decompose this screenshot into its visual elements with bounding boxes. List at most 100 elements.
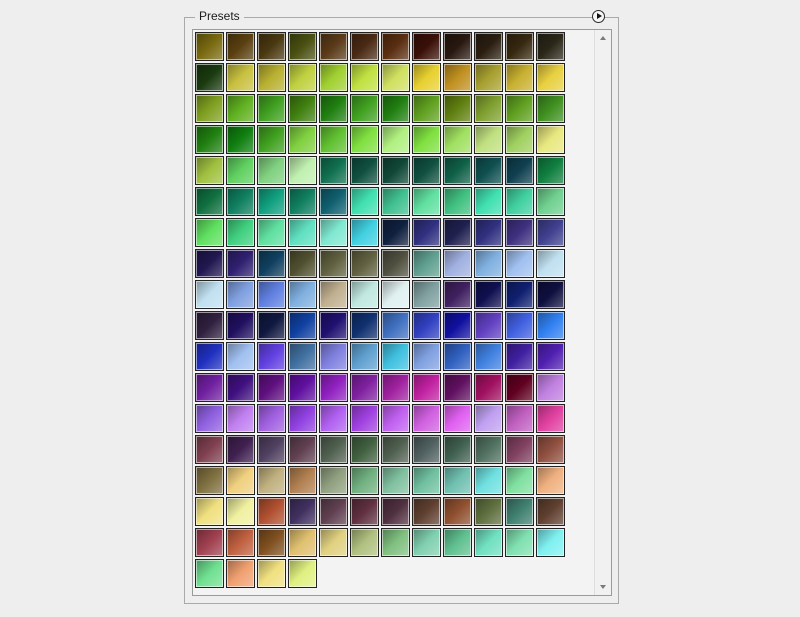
gradient-preset-swatch[interactable]	[257, 497, 286, 526]
gradient-preset-swatch[interactable]	[474, 156, 503, 185]
gradient-preset-swatch[interactable]	[288, 156, 317, 185]
panel-menu-button[interactable]	[592, 10, 605, 23]
gradient-preset-swatch[interactable]	[443, 32, 472, 61]
gradient-preset-swatch[interactable]	[319, 466, 348, 495]
gradient-preset-swatch[interactable]	[319, 218, 348, 247]
gradient-preset-swatch[interactable]	[505, 280, 534, 309]
gradient-preset-swatch[interactable]	[412, 280, 441, 309]
gradient-preset-swatch[interactable]	[226, 125, 255, 154]
gradient-preset-swatch[interactable]	[443, 528, 472, 557]
gradient-preset-swatch[interactable]	[226, 342, 255, 371]
gradient-preset-swatch[interactable]	[536, 342, 565, 371]
gradient-preset-swatch[interactable]	[257, 528, 286, 557]
gradient-preset-swatch[interactable]	[288, 497, 317, 526]
gradient-preset-swatch[interactable]	[443, 187, 472, 216]
gradient-preset-swatch[interactable]	[443, 342, 472, 371]
gradient-preset-swatch[interactable]	[536, 466, 565, 495]
gradient-preset-swatch[interactable]	[505, 373, 534, 402]
gradient-preset-swatch[interactable]	[319, 528, 348, 557]
gradient-preset-swatch[interactable]	[195, 249, 224, 278]
gradient-preset-swatch[interactable]	[195, 404, 224, 433]
gradient-preset-swatch[interactable]	[412, 342, 441, 371]
gradient-preset-swatch[interactable]	[505, 435, 534, 464]
gradient-preset-swatch[interactable]	[226, 435, 255, 464]
gradient-preset-swatch[interactable]	[505, 342, 534, 371]
gradient-preset-swatch[interactable]	[505, 528, 534, 557]
gradient-preset-swatch[interactable]	[195, 218, 224, 247]
gradient-preset-swatch[interactable]	[319, 435, 348, 464]
gradient-preset-swatch[interactable]	[412, 249, 441, 278]
vertical-scrollbar[interactable]	[594, 30, 611, 595]
gradient-preset-swatch[interactable]	[257, 32, 286, 61]
gradient-preset-swatch[interactable]	[381, 156, 410, 185]
gradient-preset-swatch[interactable]	[226, 187, 255, 216]
gradient-preset-swatch[interactable]	[474, 125, 503, 154]
gradient-preset-swatch[interactable]	[319, 63, 348, 92]
gradient-preset-swatch[interactable]	[257, 373, 286, 402]
gradient-preset-swatch[interactable]	[257, 559, 286, 588]
gradient-preset-swatch[interactable]	[288, 63, 317, 92]
gradient-preset-swatch[interactable]	[505, 497, 534, 526]
gradient-preset-swatch[interactable]	[226, 218, 255, 247]
gradient-preset-swatch[interactable]	[412, 125, 441, 154]
gradient-preset-swatch[interactable]	[443, 311, 472, 340]
gradient-preset-swatch[interactable]	[319, 497, 348, 526]
gradient-preset-swatch[interactable]	[350, 32, 379, 61]
gradient-preset-swatch[interactable]	[319, 125, 348, 154]
gradient-preset-swatch[interactable]	[536, 94, 565, 123]
gradient-preset-swatch[interactable]	[381, 435, 410, 464]
gradient-preset-swatch[interactable]	[195, 32, 224, 61]
gradient-preset-swatch[interactable]	[536, 435, 565, 464]
gradient-preset-swatch[interactable]	[474, 94, 503, 123]
gradient-preset-swatch[interactable]	[288, 311, 317, 340]
gradient-preset-swatch[interactable]	[195, 156, 224, 185]
gradient-preset-swatch[interactable]	[381, 497, 410, 526]
gradient-preset-swatch[interactable]	[536, 404, 565, 433]
gradient-preset-swatch[interactable]	[536, 187, 565, 216]
gradient-preset-swatch[interactable]	[412, 94, 441, 123]
gradient-preset-swatch[interactable]	[195, 187, 224, 216]
gradient-preset-swatch[interactable]	[350, 466, 379, 495]
gradient-preset-swatch[interactable]	[257, 342, 286, 371]
preset-list[interactable]	[192, 29, 612, 596]
gradient-preset-swatch[interactable]	[257, 156, 286, 185]
gradient-preset-swatch[interactable]	[536, 156, 565, 185]
gradient-preset-swatch[interactable]	[350, 435, 379, 464]
gradient-preset-swatch[interactable]	[412, 404, 441, 433]
gradient-preset-swatch[interactable]	[443, 466, 472, 495]
gradient-preset-swatch[interactable]	[443, 435, 472, 464]
scroll-up-button[interactable]	[595, 30, 611, 46]
gradient-preset-swatch[interactable]	[474, 404, 503, 433]
gradient-preset-swatch[interactable]	[350, 94, 379, 123]
gradient-preset-swatch[interactable]	[319, 187, 348, 216]
gradient-preset-swatch[interactable]	[226, 249, 255, 278]
gradient-preset-swatch[interactable]	[381, 311, 410, 340]
gradient-preset-swatch[interactable]	[350, 187, 379, 216]
gradient-preset-swatch[interactable]	[257, 280, 286, 309]
gradient-preset-swatch[interactable]	[412, 497, 441, 526]
gradient-preset-swatch[interactable]	[474, 63, 503, 92]
gradient-preset-swatch[interactable]	[505, 125, 534, 154]
gradient-preset-swatch[interactable]	[474, 249, 503, 278]
gradient-preset-swatch[interactable]	[443, 125, 472, 154]
gradient-preset-swatch[interactable]	[505, 63, 534, 92]
gradient-preset-swatch[interactable]	[195, 466, 224, 495]
gradient-preset-swatch[interactable]	[536, 528, 565, 557]
gradient-preset-swatch[interactable]	[505, 156, 534, 185]
gradient-preset-swatch[interactable]	[412, 528, 441, 557]
gradient-preset-swatch[interactable]	[505, 32, 534, 61]
gradient-preset-swatch[interactable]	[536, 280, 565, 309]
gradient-preset-swatch[interactable]	[443, 63, 472, 92]
gradient-preset-swatch[interactable]	[350, 125, 379, 154]
gradient-preset-swatch[interactable]	[474, 497, 503, 526]
gradient-preset-swatch[interactable]	[536, 249, 565, 278]
gradient-preset-swatch[interactable]	[381, 187, 410, 216]
gradient-preset-swatch[interactable]	[474, 466, 503, 495]
gradient-preset-swatch[interactable]	[319, 342, 348, 371]
gradient-preset-swatch[interactable]	[536, 32, 565, 61]
gradient-preset-swatch[interactable]	[257, 125, 286, 154]
gradient-preset-swatch[interactable]	[381, 32, 410, 61]
gradient-preset-swatch[interactable]	[319, 156, 348, 185]
gradient-preset-swatch[interactable]	[319, 32, 348, 61]
gradient-preset-swatch[interactable]	[412, 311, 441, 340]
